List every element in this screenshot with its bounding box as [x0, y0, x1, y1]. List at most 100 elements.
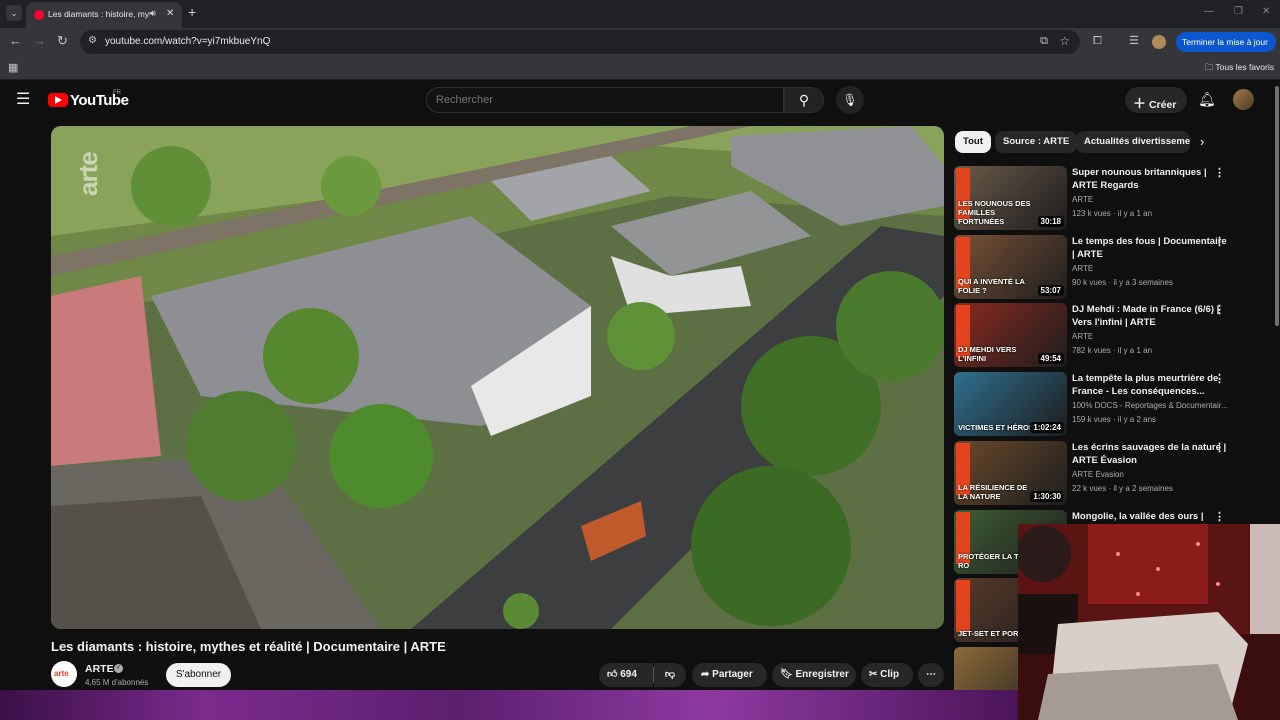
channel-avatar-text: arte: [54, 669, 69, 678]
plus-icon: ＋: [1133, 96, 1147, 111]
subscribe-button[interactable]: S'abonner: [166, 663, 231, 687]
recommendation-item[interactable]: LA RÉSILIENCE DE LA NATURE 1:30:30 Les écr…: [954, 441, 1274, 505]
video-frame: [51, 126, 944, 629]
share-arrow-icon: ➦: [701, 669, 710, 680]
channel-avatar[interactable]: arte: [51, 661, 77, 687]
scissors-icon: ✂: [869, 669, 878, 680]
recommendation-channel[interactable]: ARTE Évasion: [1072, 470, 1228, 479]
webcam-frame: [1018, 524, 1280, 720]
bookmark-star-icon[interactable]: ☆: [1059, 34, 1070, 48]
video-player[interactable]: arte: [51, 126, 944, 629]
thumbnail-caption: VICTIMES ET HÉROS: [958, 423, 1034, 432]
arte-watermark: arte: [73, 152, 103, 196]
clip-button[interactable]: ✂ Clip: [861, 663, 913, 687]
recommendation-thumbnail[interactable]: DJ MEHDI VERS L'INFINI 49:54: [954, 303, 1067, 367]
search-input[interactable]: [436, 94, 766, 106]
reload-icon[interactable]: ↻: [57, 34, 68, 48]
recommendation-channel[interactable]: ARTE: [1072, 264, 1228, 273]
recommendation-channel[interactable]: ARTE: [1072, 332, 1228, 341]
create-label: Créer: [1148, 99, 1177, 111]
site-info-icon[interactable]: ⚙: [88, 35, 97, 46]
recommendation-item[interactable]: LES NOUNOUS DES FAMILLES FORTUNÉES 30:18 S…: [954, 166, 1274, 230]
recommendation-item[interactable]: QUI A INVENTÉ LA FOLIE ? 53:07 Le temps de…: [954, 235, 1274, 299]
window-close-icon[interactable]: ✕: [1262, 6, 1270, 17]
search-box[interactable]: [426, 87, 784, 113]
recommendation-meta: 22 k vues · il y a 2 semaines: [1072, 484, 1173, 493]
recommendation-title[interactable]: Les écrins sauvages de la nature | ARTE …: [1072, 441, 1228, 467]
profile-avatar[interactable]: [1152, 35, 1166, 49]
recommendation-channel[interactable]: 100% DOCS - Reportages & Documentair...: [1072, 401, 1228, 410]
back-arrow-icon[interactable]: ←: [9, 34, 22, 48]
recommendation-thumbnail[interactable]: LA RÉSILIENCE DE LA NATURE 1:30:30: [954, 441, 1067, 505]
reading-list-icon[interactable]: ☰: [1129, 34, 1139, 48]
more-vertical-icon[interactable]: ⋮: [1214, 372, 1225, 385]
thumbs-up-icon: 👍︎: [607, 669, 618, 680]
address-bar[interactable]: ⚙ youtube.com/watch?v=yi7mkbueYnQ ⧉ ☆: [80, 30, 1080, 54]
region-label: FR: [113, 90, 121, 96]
youtube-logo-icon[interactable]: [48, 93, 68, 107]
recommendation-channel[interactable]: ARTE: [1072, 195, 1228, 204]
share-button[interactable]: ➦ Partager: [692, 663, 767, 687]
save-label: Enregistrer: [795, 669, 849, 680]
thumbs-down-icon: 👎︎: [664, 669, 676, 680]
recommendation-item[interactable]: DJ MEHDI VERS L'INFINI 49:54 DJ Mehdi : Ma…: [954, 303, 1274, 367]
chip-entertainment-news[interactable]: Actualités divertissement: [1076, 131, 1190, 153]
recommendation-thumbnail[interactable]: LES NOUNOUS DES FAMILLES FORTUNÉES 30:18: [954, 166, 1067, 230]
all-bookmarks-button[interactable]: 🗀︎ Tous les favoris: [1205, 62, 1274, 76]
more-vertical-icon[interactable]: ⋮: [1214, 166, 1225, 179]
youtube-favicon-icon: [34, 10, 44, 20]
thumbnail-caption: LA RÉSILIENCE DE LA NATURE: [958, 483, 1028, 501]
recommendation-title[interactable]: Mongolie, la vallée des ours |: [1072, 510, 1228, 523]
page-scrollbar[interactable]: [1275, 86, 1279, 326]
create-button[interactable]: ＋ Créer: [1125, 87, 1187, 113]
maximize-icon[interactable]: ❐: [1234, 6, 1243, 17]
recommendation-title[interactable]: DJ Mehdi : Made in France (6/6) | Vers l…: [1072, 303, 1228, 329]
recommendation-title[interactable]: Super nounous britanniques | ARTE Regard…: [1072, 166, 1228, 192]
extensions-icon[interactable]: ⧠: [1093, 34, 1102, 48]
close-icon[interactable]: ✕: [166, 8, 174, 19]
url-text[interactable]: youtube.com/watch?v=yi7mkbueYnQ: [105, 36, 270, 47]
recommendation-meta: 782 k vues · il y a 1 an: [1072, 346, 1153, 355]
update-button[interactable]: Terminer la mise à jour: [1176, 32, 1276, 52]
microphone-icon: 🎙︎: [842, 93, 858, 107]
browser-tab[interactable]: Les diamants : histoire, myth 🔊︎ ✕: [26, 2, 182, 28]
recommendation-item[interactable]: VICTIMES ET HÉROS 1:02:24 La tempête la pl…: [954, 372, 1274, 436]
chip-source-arte[interactable]: Source : ARTE: [995, 131, 1078, 153]
video-title: Les diamants : histoire, mythes et réali…: [51, 639, 446, 654]
apps-grid-icon[interactable]: ▦: [8, 61, 18, 74]
dislike-button[interactable]: 👎︎: [654, 663, 686, 687]
more-vertical-icon[interactable]: ⋮: [1214, 441, 1225, 454]
chevron-right-icon[interactable]: ›: [1200, 134, 1204, 149]
save-button[interactable]: 🔖︎ Enregistrer: [772, 663, 856, 687]
voice-search-button[interactable]: 🎙︎: [836, 86, 864, 114]
minimize-icon[interactable]: —: [1204, 6, 1214, 17]
more-vertical-icon[interactable]: ⋮: [1214, 510, 1225, 523]
thumbnail-caption: DJ MEHDI VERS L'INFINI: [958, 345, 1017, 363]
account-avatar[interactable]: [1233, 89, 1254, 110]
recommendation-meta: 123 k vues · il y a 1 an: [1072, 209, 1153, 218]
tab-search-button[interactable]: ⌄: [6, 5, 22, 21]
notifications-bell-icon[interactable]: 🔔︎: [1198, 91, 1216, 108]
speaker-icon[interactable]: 🔊︎: [150, 8, 156, 19]
menu-icon[interactable]: ☰: [16, 92, 30, 108]
recommendation-title[interactable]: La tempête la plus meurtrière de France …: [1072, 372, 1228, 398]
more-actions-button[interactable]: ⋯: [918, 663, 944, 687]
like-count: 694: [620, 669, 637, 680]
folder-icon: 🗀︎: [1204, 62, 1216, 72]
chip-all[interactable]: Tout: [955, 131, 991, 153]
forward-arrow-icon[interactable]: →: [33, 34, 46, 48]
like-button[interactable]: 👍︎ 694: [599, 663, 653, 687]
clip-label: Clip: [880, 669, 900, 680]
new-tab-button[interactable]: +: [188, 5, 196, 19]
recommendation-title[interactable]: Le temps des fous | Documentaire | ARTE: [1072, 235, 1228, 261]
browser-toolbar: ← → ↻ ⚙ youtube.com/watch?v=yi7mkbueYnQ …: [0, 28, 1280, 56]
more-vertical-icon[interactable]: ⋮: [1214, 303, 1225, 316]
install-app-icon[interactable]: ⧉: [1040, 35, 1048, 48]
more-horizontal-icon: ⋯: [926, 669, 936, 680]
recommendation-thumbnail[interactable]: QUI A INVENTÉ LA FOLIE ? 53:07: [954, 235, 1067, 299]
search-button[interactable]: ⚲: [784, 87, 824, 113]
search-icon: ⚲: [798, 92, 810, 108]
recommendation-thumbnail[interactable]: VICTIMES ET HÉROS 1:02:24: [954, 372, 1067, 436]
more-vertical-icon[interactable]: ⋮: [1214, 235, 1225, 248]
channel-name[interactable]: ARTE: [85, 663, 114, 675]
